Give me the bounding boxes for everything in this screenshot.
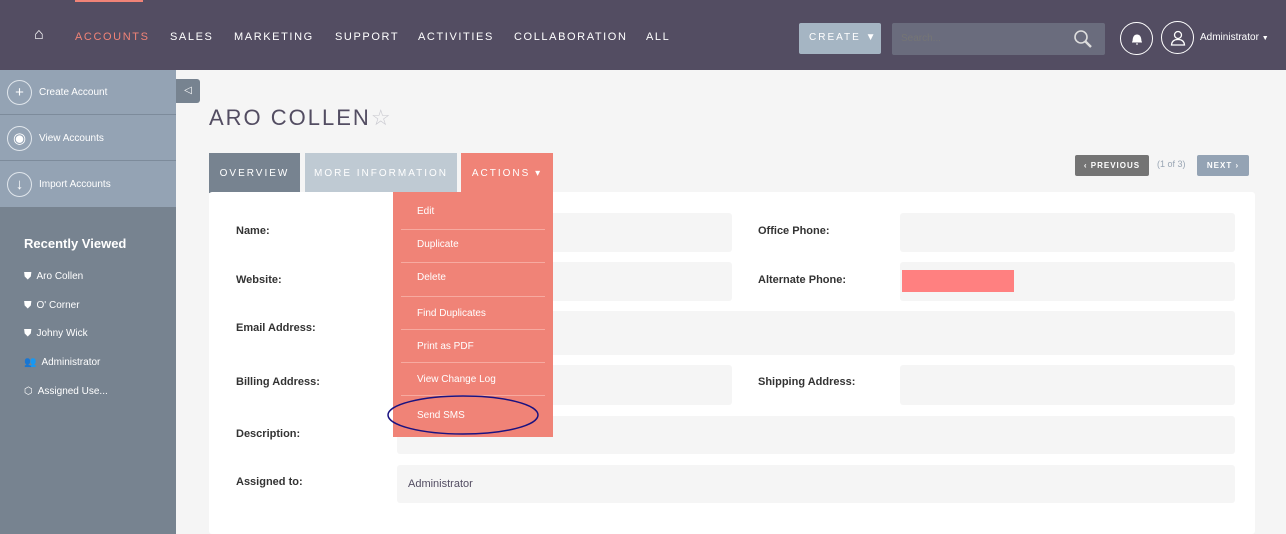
assigned-to-label: Assigned to: (236, 476, 303, 488)
shield-icon: ⛊ (24, 328, 32, 339)
billing-address-label: Billing Address: (236, 376, 320, 388)
shield-icon: ⛊ (24, 300, 32, 311)
nav-sales[interactable]: SALES (170, 31, 213, 43)
menu-item-print-pdf[interactable]: Print as PDF (417, 341, 474, 352)
import-accounts-action[interactable]: ↓ Import Accounts (0, 162, 176, 207)
eye-icon: ◉ (7, 125, 32, 151)
pagination-count: (1 of 3) (1157, 159, 1186, 169)
caret-down-icon: ▼ (1261, 35, 1269, 42)
action-label: Create Account (39, 86, 108, 98)
search-icon[interactable] (1073, 29, 1093, 49)
assigned-to-value[interactable]: Administrator (397, 465, 1235, 503)
sidebar-actions: + Create Account ◉ View Accounts ↓ Import A… (0, 70, 176, 207)
website-label: Website: (236, 274, 282, 286)
highlight-ellipse (387, 395, 539, 435)
menu-item-edit[interactable]: Edit (417, 206, 434, 217)
recent-label: Administrator (41, 357, 101, 368)
recent-item[interactable]: ⛊ O' Corner (24, 300, 80, 311)
redaction-bar (902, 270, 1014, 292)
recently-viewed-title: Recently Viewed (24, 236, 127, 251)
recent-label: Assigned Use... (37, 386, 108, 397)
email-label: Email Address: (236, 322, 316, 334)
plus-icon: + (7, 79, 32, 105)
next-label: NEXT (1206, 161, 1233, 170)
arrow-down-icon: ↓ (7, 172, 32, 197)
user-name: Administrator (1200, 32, 1259, 43)
tab-overview[interactable]: OVERVIEW (209, 153, 300, 193)
name-label: Name: (236, 225, 270, 237)
create-label: CREATE (809, 32, 861, 43)
divider (401, 296, 545, 297)
cube-icon: ⬡ (24, 386, 33, 397)
divider (401, 362, 545, 363)
user-avatar-icon[interactable] (1161, 21, 1194, 54)
shipping-address-label: Shipping Address: (758, 376, 856, 388)
user-menu[interactable]: Administrator ▼ (1200, 32, 1269, 43)
star-icon[interactable]: ☆ (371, 105, 393, 130)
shipping-address-value[interactable] (900, 365, 1235, 405)
caret-down-icon: ▼ (865, 32, 878, 43)
search-box (892, 23, 1105, 55)
home-icon[interactable]: ⌂ (34, 26, 44, 44)
notifications-bell-icon[interactable] (1120, 22, 1153, 55)
create-account-action[interactable]: + Create Account (0, 70, 176, 115)
nav-activities[interactable]: ACTIVITIES (418, 31, 494, 43)
divider (401, 229, 545, 230)
actions-label: ACTIONS (471, 168, 531, 179)
menu-item-duplicate[interactable]: Duplicate (417, 239, 459, 250)
menu-item-delete[interactable]: Delete (417, 272, 446, 283)
recent-item[interactable]: 👥 Administrator (24, 357, 100, 368)
recent-item[interactable]: ⛊ Johny Wick (24, 328, 88, 339)
action-label: Import Accounts (39, 179, 111, 190)
sidebar-collapse-toggle[interactable]: ◁ (176, 79, 200, 103)
divider (401, 262, 545, 263)
tab-more-information[interactable]: MORE INFORMATION (305, 153, 457, 193)
alternate-phone-value[interactable] (900, 262, 1235, 301)
nav-support[interactable]: SUPPORT (335, 31, 399, 43)
view-accounts-action[interactable]: ◉ View Accounts (0, 116, 176, 161)
recently-viewed: Recently Viewed ⛊ Aro Collen ⛊ O' Corner ⛊… (0, 207, 176, 534)
divider (401, 329, 545, 330)
previous-button[interactable]: ‹ PREVIOUS (1075, 155, 1149, 176)
page-title: ARO COLLEN☆ (209, 105, 393, 131)
recent-item[interactable]: ⬡ Assigned Use... (24, 386, 108, 397)
recent-label: Johny Wick (36, 328, 88, 339)
nav-collaboration[interactable]: COLLABORATION (514, 31, 628, 43)
tab-actions[interactable]: ACTIONS ▾ (461, 153, 553, 193)
shield-icon: ⛊ (24, 271, 32, 282)
description-label: Description: (236, 428, 301, 440)
active-indicator (75, 0, 143, 2)
record-name: ARO COLLEN (209, 105, 371, 130)
recent-label: Aro Collen (36, 271, 84, 282)
create-button[interactable]: CREATE ▼ (799, 23, 881, 54)
menu-item-view-change-log[interactable]: View Change Log (417, 374, 496, 385)
search-input[interactable] (892, 23, 1062, 54)
nav-accounts[interactable]: ACCOUNTS (75, 31, 150, 43)
users-icon: 👥 (24, 357, 37, 368)
nav-all[interactable]: ALL (646, 31, 670, 43)
alternate-phone-label: Alternate Phone: (758, 274, 847, 286)
nav-marketing[interactable]: MARKETING (234, 31, 314, 43)
office-phone-label: Office Phone: (758, 225, 830, 237)
top-nav: ⌂ ACCOUNTS SALES MARKETING SUPPORT ACTIV… (0, 0, 1286, 70)
recent-item[interactable]: ⛊ Aro Collen (24, 271, 83, 282)
menu-item-find-duplicates[interactable]: Find Duplicates (417, 308, 486, 319)
action-label: View Accounts (39, 132, 104, 144)
recent-label: O' Corner (36, 300, 80, 311)
caret-down-icon: ▾ (535, 168, 543, 179)
next-button[interactable]: NEXT › (1197, 155, 1249, 176)
previous-label: PREVIOUS (1090, 161, 1141, 170)
office-phone-value[interactable] (900, 213, 1235, 252)
